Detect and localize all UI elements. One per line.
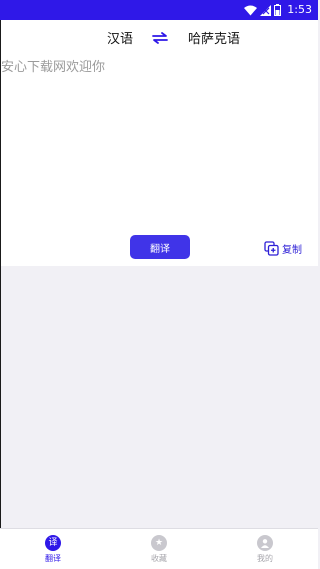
copy-plus-icon [264,240,279,256]
person-icon [257,535,273,551]
source-text-input[interactable] [0,54,318,224]
window-edge [0,20,1,528]
star-icon: ★ [151,535,167,551]
status-icons: 1:53 [244,3,312,17]
bottom-nav: 译 翻译 ★ 收藏 我的 [0,528,318,569]
swap-arrows-icon [152,32,168,44]
status-time: 1:53 [287,3,312,16]
status-bar: 1:53 [0,0,318,20]
swap-languages-button[interactable] [152,30,168,44]
signal-icon [260,1,272,20]
copy-label: 复制 [282,244,302,256]
nav-item-translate[interactable]: 译 翻译 [33,535,73,569]
nav-label-translate: 翻译 [45,554,61,563]
nav-item-favorites[interactable]: ★ 收藏 [139,535,179,569]
language-header: 汉语 哈萨克语 [0,20,318,54]
input-panel: 翻译 复制 [0,54,318,266]
target-language-selector[interactable]: 哈萨克语 [188,28,240,47]
translate-button[interactable]: 翻译 [130,235,190,259]
battery-icon [274,1,282,20]
copy-button[interactable]: 复制 [264,240,302,256]
wifi-icon [244,1,258,20]
translate-icon: 译 [45,535,61,551]
nav-label-favorites: 收藏 [151,554,167,563]
source-language-selector[interactable]: 汉语 [107,28,133,47]
nav-item-profile[interactable]: 我的 [245,535,285,569]
nav-label-profile: 我的 [257,554,273,563]
